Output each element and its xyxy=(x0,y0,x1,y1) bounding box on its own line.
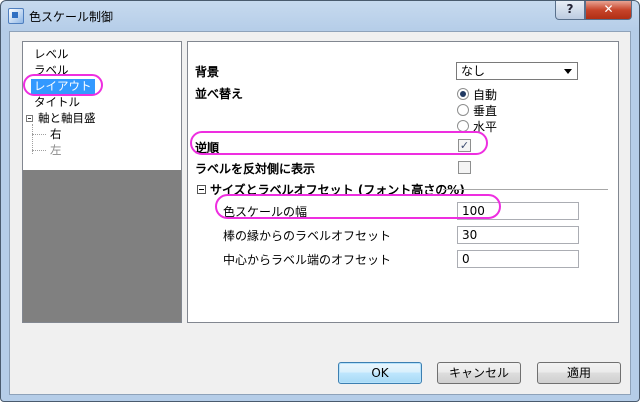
section-collapse-icon[interactable] xyxy=(197,185,206,194)
tree-connector-line xyxy=(32,134,46,135)
tree-item-axis-ticks[interactable]: 軸と軸目盛 xyxy=(38,111,96,126)
radio-vertical-label: 垂直 xyxy=(473,104,498,118)
highlight-ellipse xyxy=(190,131,488,155)
edge-offset-input[interactable]: 30 xyxy=(457,226,579,244)
opposite-side-label: ラベルを反対側に表示 xyxy=(195,162,316,176)
ok-button[interactable]: OK xyxy=(338,362,422,384)
opposite-side-checkbox[interactable] xyxy=(458,161,471,174)
tree-item-left[interactable]: 左 xyxy=(50,143,62,158)
help-button[interactable]: ? xyxy=(555,1,585,20)
radio-vertical[interactable] xyxy=(457,104,469,116)
center-offset-input[interactable]: 0 xyxy=(457,250,579,268)
title-bar[interactable]: 色スケール制御 ? ✕ xyxy=(1,1,639,31)
app-icon xyxy=(8,8,24,24)
chevron-down-icon xyxy=(564,69,572,74)
background-label: 背景 xyxy=(195,65,220,79)
tree-connector-line xyxy=(32,150,46,151)
settings-panel: 背景 なし 並べ替え 自動 垂直 水平 逆順 ✓ ラベルを反対側に表示 サイズと… xyxy=(187,41,619,323)
arrange-label: 並べ替え xyxy=(195,87,244,101)
tree-item-title[interactable]: タイトル xyxy=(34,95,80,110)
window-title: 色スケール制御 xyxy=(29,10,114,24)
apply-button[interactable]: 適用 xyxy=(537,362,621,384)
tree-item-level[interactable]: レベル xyxy=(34,47,69,62)
highlight-ellipse xyxy=(215,194,501,219)
background-dropdown[interactable]: なし xyxy=(456,62,578,80)
center-offset-label: 中心からラベル端のオフセット xyxy=(223,253,392,267)
tree-collapse-icon[interactable] xyxy=(26,115,33,122)
edge-offset-label: 棒の縁からのラベルオフセット xyxy=(223,229,392,243)
close-button[interactable]: ✕ xyxy=(585,1,632,20)
tree-empty-area xyxy=(23,170,181,322)
radio-auto[interactable] xyxy=(457,88,469,100)
highlight-ellipse xyxy=(23,74,103,96)
close-icon: ✕ xyxy=(603,2,614,16)
radio-auto-label: 自動 xyxy=(473,88,498,102)
section-divider xyxy=(443,189,608,190)
background-value: なし xyxy=(461,64,486,78)
dialog-window: 色スケール制御 ? ✕ レベル ラベル レイアウト タイトル 軸と軸目盛 右 左… xyxy=(0,0,640,402)
tree-item-right[interactable]: 右 xyxy=(50,127,62,142)
cancel-button[interactable]: キャンセル xyxy=(437,362,521,384)
